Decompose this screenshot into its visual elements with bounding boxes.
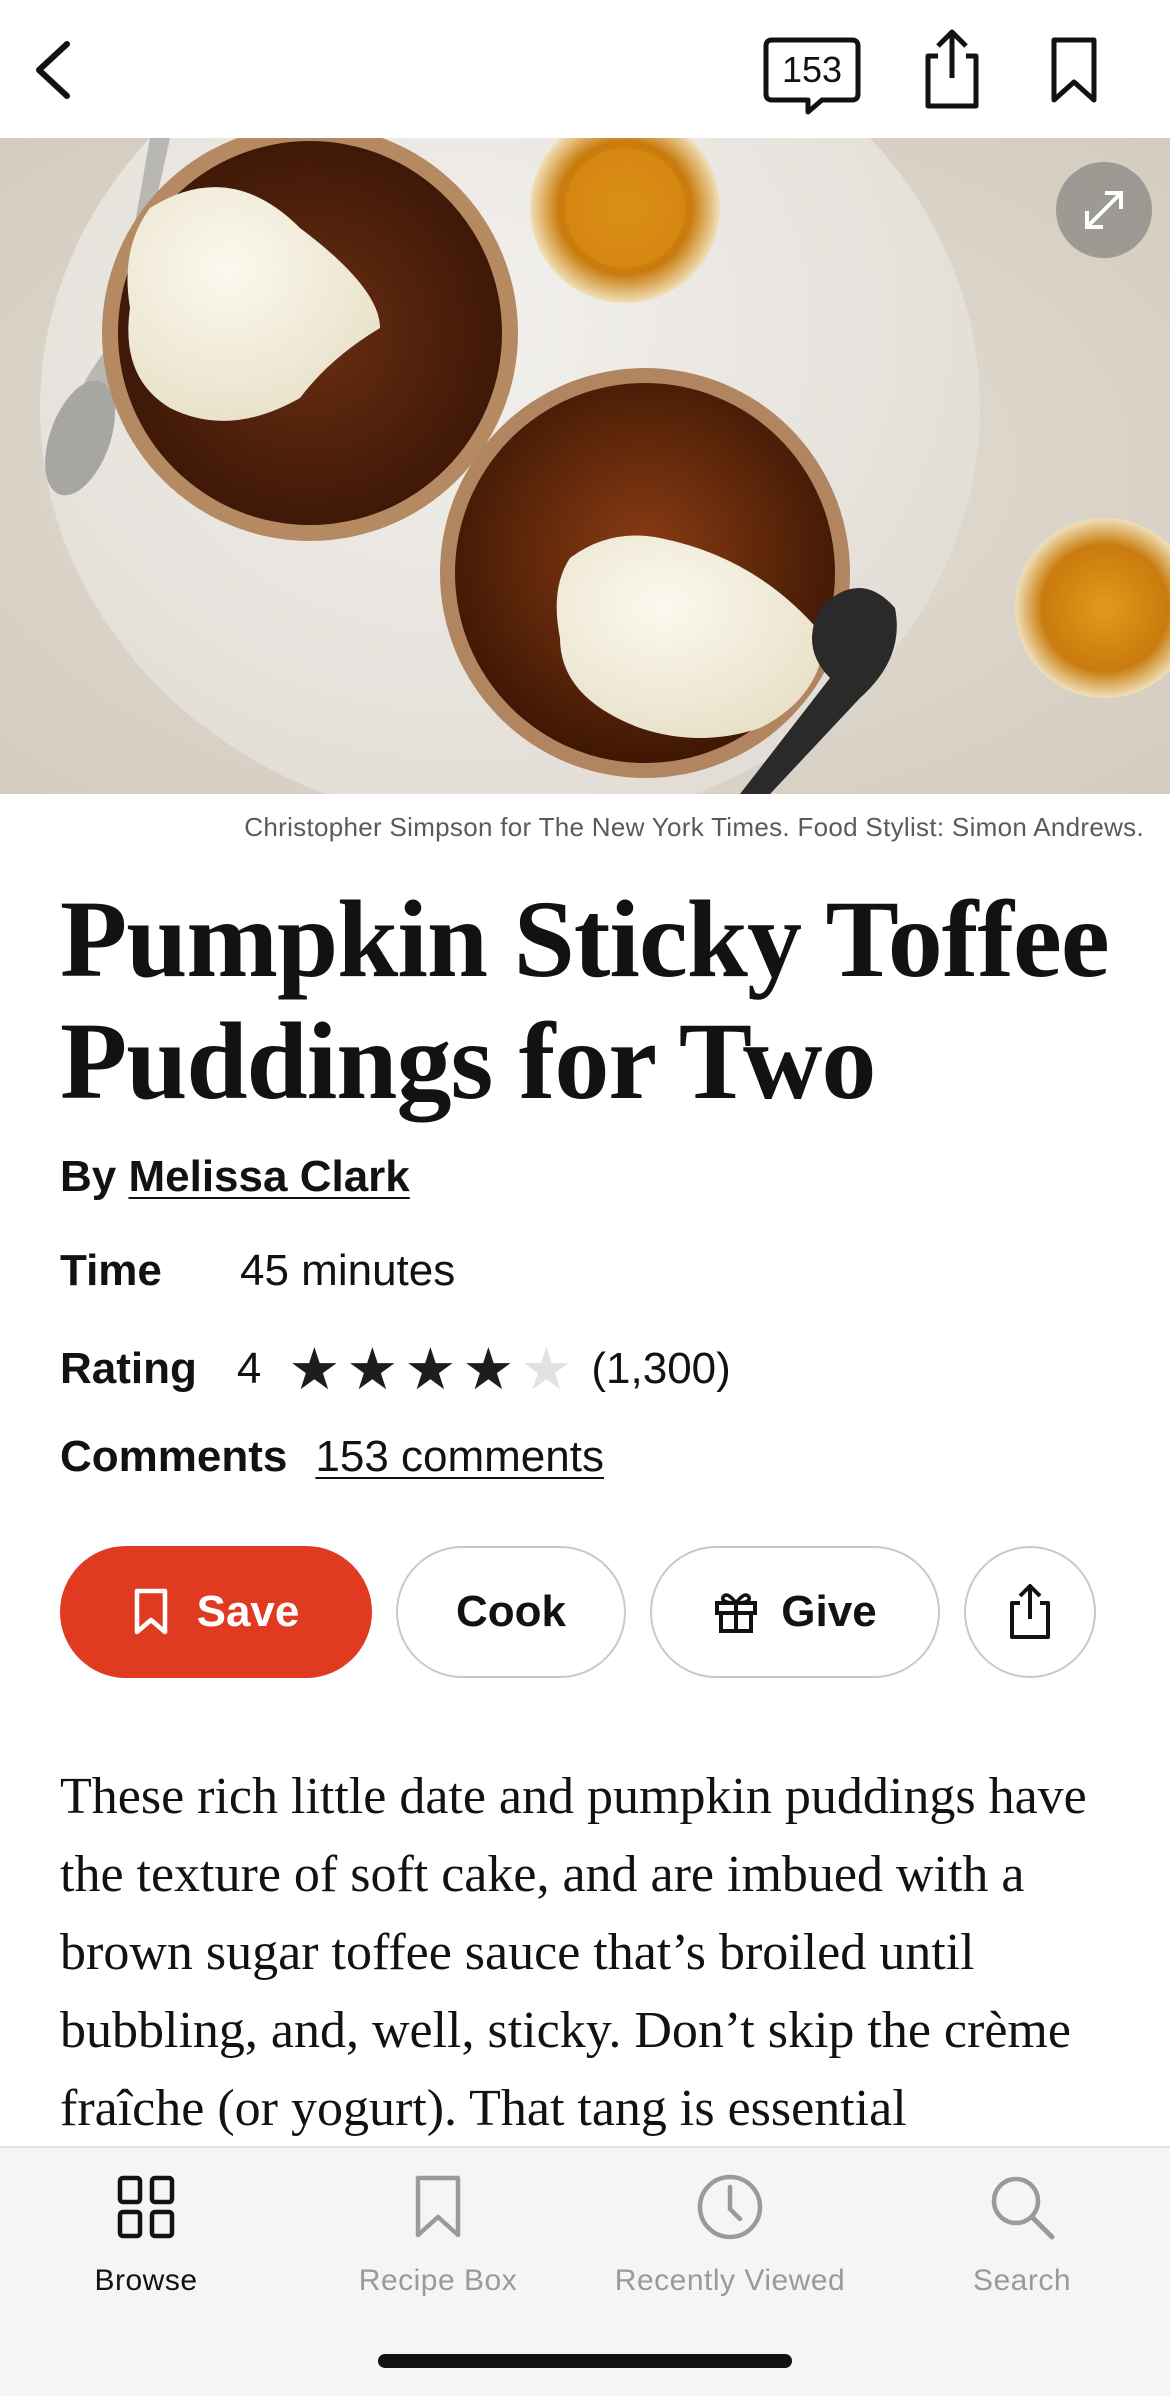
comments-row: Comments 153 comments (60, 1432, 604, 1482)
photo-credit: Christopher Simpson for The New York Tim… (244, 812, 1144, 842)
recipe-title: Pumpkin Sticky Toffee Puddings for Two (60, 878, 1110, 1122)
star-filled-icon: ★ (404, 1335, 457, 1403)
comments-link[interactable]: 153 comments (315, 1432, 604, 1482)
bookmark-icon (415, 2175, 461, 2238)
tab-label-recently-viewed: Recently Viewed (614, 2264, 846, 2297)
chevron-left-icon (36, 41, 70, 99)
tab-recipe-box[interactable]: Recipe Box (292, 2162, 584, 2322)
star-filled-icon: ★ (288, 1335, 341, 1403)
expand-image-button[interactable] (1056, 162, 1152, 258)
tab-search[interactable]: Search (876, 2162, 1168, 2322)
bookmark-button-top[interactable] (1046, 36, 1102, 106)
pudding-photo (0, 138, 1170, 794)
comment-count: 153 (781, 49, 843, 90)
save-button[interactable]: Save (60, 1546, 372, 1678)
top-bar: 153 (0, 0, 1170, 138)
comments-label: Comments (60, 1432, 288, 1481)
star-empty-icon: ★ (520, 1335, 573, 1403)
tab-label-browse: Browse (94, 2264, 198, 2297)
give-button[interactable]: Give (650, 1546, 940, 1678)
comments-count-button[interactable]: 153 (762, 34, 862, 116)
recipe-hero-image (0, 138, 1170, 794)
share-button-top[interactable] (920, 28, 984, 112)
cook-button[interactable]: Cook (396, 1546, 626, 1678)
rating-label: Rating (60, 1344, 197, 1393)
back-button[interactable] (18, 30, 88, 110)
grid-icon (117, 2175, 175, 2239)
rating-count: (1,300) (591, 1344, 731, 1393)
home-indicator (378, 2354, 792, 2368)
tab-label-recipe-box: Recipe Box (358, 2264, 518, 2297)
share-icon (1010, 1584, 1050, 1639)
save-label: Save (196, 1587, 300, 1636)
cook-label: Cook (456, 1587, 566, 1636)
expand-icon (1085, 191, 1123, 229)
star-filled-icon: ★ (346, 1335, 399, 1403)
time-label: Time (60, 1246, 162, 1295)
time-row: Time 45 minutes (60, 1246, 455, 1296)
star-filled-icon: ★ (462, 1335, 515, 1403)
tab-label-search: Search (972, 2264, 1072, 2297)
bookmark-icon (1051, 37, 1097, 103)
recipe-description: These rich little date and pumpkin puddi… (60, 1768, 1087, 2137)
bookmark-icon (134, 1588, 167, 1635)
tab-browse[interactable]: Browse (0, 2162, 292, 2322)
clock-icon (697, 2174, 763, 2240)
search-icon (991, 2176, 1055, 2240)
rating-row: Rating 4 ★ ★ ★ ★ ★ (1,300) (60, 1340, 731, 1398)
rating-value: 4 (236, 1344, 262, 1393)
time-value: 45 minutes (240, 1246, 456, 1295)
byline: By Melissa Clark (60, 1152, 410, 1202)
share-button[interactable] (964, 1546, 1096, 1678)
give-label: Give (781, 1587, 877, 1636)
byline-prefix: By (60, 1152, 117, 1201)
share-icon (925, 29, 979, 109)
tab-recently-viewed[interactable]: Recently Viewed (584, 2162, 876, 2322)
author-link[interactable]: Melissa Clark (128, 1152, 409, 1201)
gift-icon (715, 1593, 758, 1633)
rating-stars: ★ ★ ★ ★ ★ (287, 1340, 573, 1398)
